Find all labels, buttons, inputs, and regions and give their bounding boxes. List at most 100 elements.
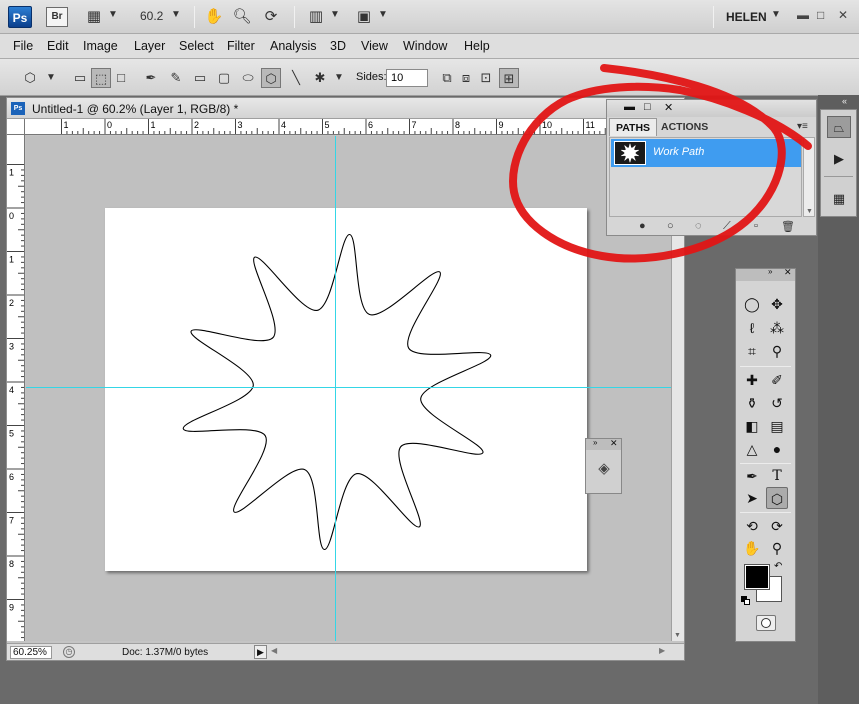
polygon-tool-icon[interactable]: ⬡ [261,68,281,88]
scroll-right-icon[interactable]: ▶ [659,646,665,655]
crop-tool-icon[interactable]: ⌗ [741,340,763,362]
paths-mode-icon[interactable]: ⬚ [91,68,111,88]
horizontal-ruler[interactable]: 1 0 1 2 3 4 5 6 7 8 9 10 11 [25,119,671,135]
make-work-path-icon[interactable]: ⟋ [723,220,731,233]
screen-mode-icon[interactable]: ▣ [354,7,374,27]
blur-tool-icon[interactable]: △ [741,438,763,460]
path-add-icon[interactable]: ⧉ [437,68,457,88]
close-icon[interactable]: ✕ [664,101,673,114]
hand-tool-icon[interactable]: ✋ [741,537,763,559]
chevron-down-icon[interactable]: ▼ [330,9,340,20]
close-icon[interactable]: ✕ [838,8,848,22]
rotate-view-icon[interactable]: ⟳ [261,7,281,27]
panel-menu-icon[interactable]: ▾≡ [797,121,808,132]
zoom-level[interactable]: 60.2 [140,9,163,23]
arrange-documents-icon[interactable]: ▥ [306,7,326,27]
quick-mask-button[interactable] [756,615,776,631]
trash-icon[interactable]: 🗑︎ [781,220,795,233]
document-title[interactable]: Untitled-1 @ 60.2% (Layer 1, RGB/8) * [32,102,238,116]
rounded-rectangle-icon[interactable]: ▢ [214,68,234,88]
film-strip-icon[interactable]: ▦ [84,7,104,27]
panel-header[interactable]: » ✕ [586,438,621,450]
type-tool-icon[interactable]: T [766,465,788,487]
menu-edit[interactable]: Edit [47,39,69,53]
path-name[interactable]: Work Path [653,146,704,158]
expand-icon[interactable]: » [768,267,772,276]
menu-help[interactable]: Help [464,39,490,53]
clone-stamp-icon[interactable]: ⚱ [741,392,763,414]
chevron-down-icon[interactable]: ▼ [46,72,56,83]
minimize-icon[interactable]: ▬ [797,8,809,22]
paths-panel-icon[interactable]: ⏢ [827,116,851,138]
foreground-color-swatch[interactable] [744,564,770,590]
menu-view[interactable]: View [361,39,388,53]
scroll-down-icon[interactable]: ▼ [674,632,681,639]
fill-pixels-icon[interactable]: □ [111,68,131,88]
zoom-tool-icon[interactable]: 🔍︎ [232,7,252,27]
new-path-icon[interactable]: ▫ [754,220,758,232]
default-colors-icon[interactable] [741,596,750,605]
scroll-down-icon[interactable]: ▼ [806,208,813,215]
elliptical-marquee-icon[interactable]: ◯ [741,293,763,315]
chevron-down-icon[interactable]: ▼ [334,72,344,83]
menu-3d[interactable]: 3D [330,39,346,53]
chevron-down-icon[interactable]: ▼ [171,9,181,20]
swap-colors-icon[interactable]: ↶ [774,561,782,572]
photoshop-logo[interactable]: Ps [8,6,32,28]
document-canvas[interactable] [105,208,587,571]
minimize-icon[interactable]: ▬ [624,101,635,113]
path-exclude-icon[interactable]: ⊞ [499,68,519,88]
list-item[interactable]: Work Path [611,139,801,167]
history-brush-icon[interactable]: ↺ [766,392,788,414]
bridge-button[interactable]: Br [46,7,68,27]
brush-tool-icon[interactable]: ✐ [766,369,788,391]
document-tab[interactable]: Ps Untitled-1 @ 60.2% (Layer 1, RGB/8) * [7,98,684,119]
layers-icon[interactable]: ◈ [592,457,616,481]
chevron-down-icon[interactable]: ▼ [108,9,118,20]
healing-brush-icon[interactable]: ✚ [741,369,763,391]
ellipse-tool-icon[interactable]: ⬭ [238,68,258,88]
chevron-down-icon[interactable]: ▼ [378,9,388,20]
menu-filter[interactable]: Filter [227,39,255,53]
path-selection-icon[interactable]: ➤ [741,487,763,509]
dodge-tool-icon[interactable]: ● [766,438,788,460]
fill-path-icon[interactable]: ● [639,220,646,232]
menu-file[interactable]: File [13,39,33,53]
menu-window[interactable]: Window [403,39,447,53]
eraser-icon[interactable]: ◧ [741,415,763,437]
expand-icon[interactable]: » [593,438,597,447]
panel-header[interactable]: » ✕ [736,267,795,281]
eyedropper-icon[interactable]: ⚲ [766,340,788,362]
maximize-icon[interactable]: □ [817,8,824,22]
status-info-icon[interactable]: ◷ [63,646,75,658]
menu-layer[interactable]: Layer [134,39,165,53]
freeform-pen-icon[interactable]: ✎ [166,68,186,88]
stroke-path-icon[interactable]: ○ [667,220,674,232]
path-intersect-icon[interactable]: ⊡ [476,68,496,88]
maximize-icon[interactable]: □ [644,101,651,113]
move-tool-icon[interactable]: ✥ [766,293,788,315]
scroll-left-icon[interactable]: ◀ [271,646,277,655]
zoom-status-field[interactable]: 60.25% [10,646,52,659]
custom-shape-icon[interactable]: ✱ [310,68,330,88]
panel-scrollbar[interactable]: ▼ [803,137,815,217]
menu-image[interactable]: Image [83,39,118,53]
menu-select[interactable]: Select [179,39,214,53]
zoom-tool-icon[interactable]: ⚲ [766,537,788,559]
collapse-dock-icon[interactable]: « [842,96,847,106]
swatches-panel-icon[interactable]: ▦ [827,188,851,210]
vertical-ruler[interactable]: 1 0 1 2 3 4 5 6 7 8 9 [7,135,25,641]
pen-tool-icon[interactable]: ✒ [741,465,763,487]
3d-rotate-icon[interactable]: ⟲ [741,515,763,537]
pen-tool-icon[interactable]: ✒ [141,68,161,88]
polygon-shape-tool-icon[interactable]: ⬡ [766,487,788,509]
shape-layers-icon[interactable]: ▭ [70,68,90,88]
path-subtract-icon[interactable]: ⧈ [456,68,476,88]
horizontal-guide[interactable] [26,387,671,388]
3d-orbit-icon[interactable]: ⟳ [766,515,788,537]
tab-actions[interactable]: ACTIONS [655,118,714,136]
line-tool-icon[interactable]: ╲ [286,68,306,88]
polygon-tool-preset-icon[interactable]: ⬡ [20,68,40,88]
close-icon[interactable]: ✕ [610,438,618,449]
ruler-origin[interactable] [7,119,25,135]
